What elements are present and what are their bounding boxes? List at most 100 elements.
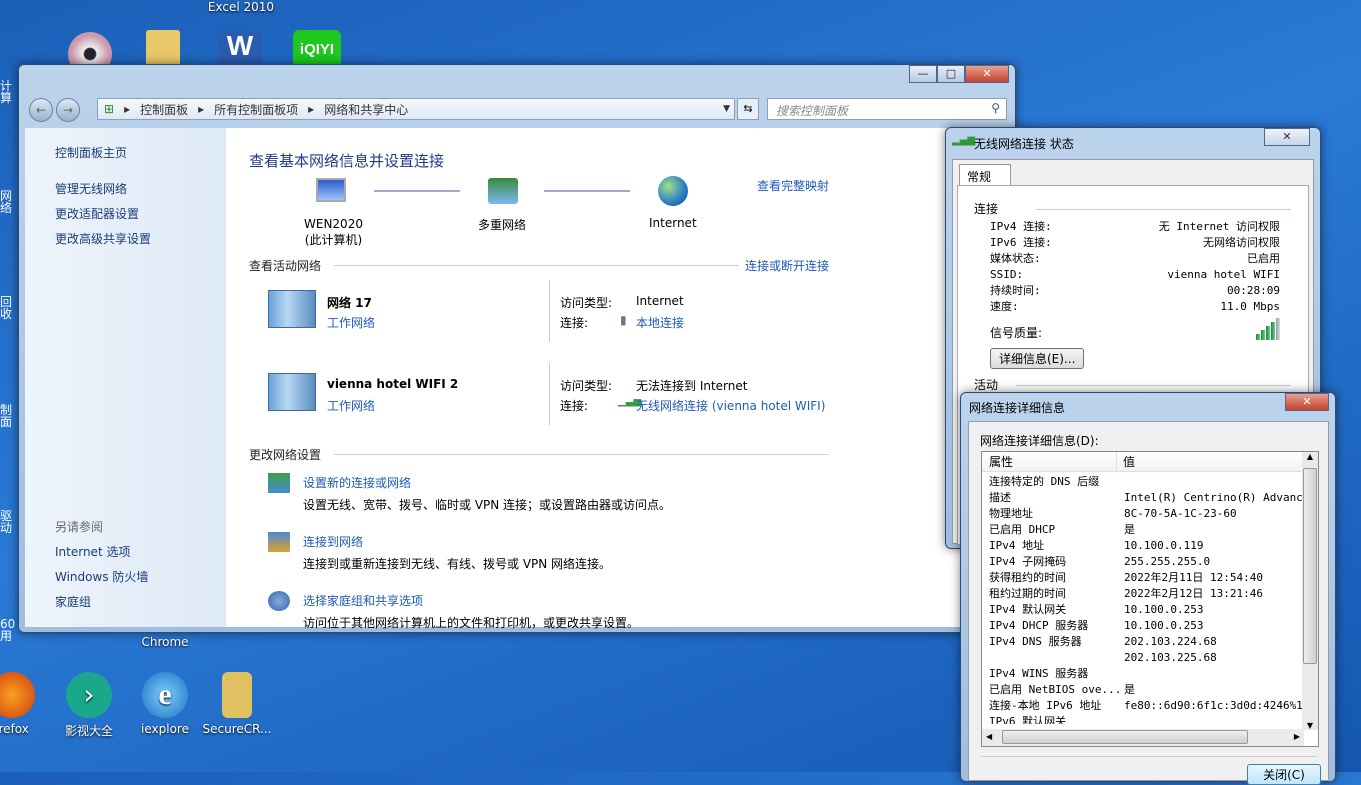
forward-button[interactable]: →	[56, 98, 80, 122]
sidebar-item-homegroup[interactable]: 家庭组	[55, 593, 91, 610]
column-property[interactable]: 属性	[982, 452, 1117, 471]
desktop-icon-chrome[interactable]: Chrome	[125, 635, 205, 649]
close-button[interactable]: ✕	[1264, 128, 1310, 146]
row-property: IPv4 WINS 服务器	[989, 667, 1089, 680]
network-type-link[interactable]: 工作网络	[327, 397, 375, 414]
sidebar-item-manage-wireless[interactable]: 管理无线网络	[55, 180, 127, 197]
hscroll-thumb[interactable]	[1002, 730, 1248, 744]
details-row[interactable]: IPv6 默认网关	[989, 714, 1304, 724]
new-connection-icon	[268, 473, 290, 493]
details-row[interactable]: IPv4 DHCP 服务器 10.100.0.253	[989, 618, 1304, 634]
back-button[interactable]: ←	[29, 98, 53, 122]
computer-name: WEN2020 (此计算机)	[304, 217, 363, 247]
signal-bar	[1261, 330, 1265, 340]
see-also-label: 另请参阅	[55, 520, 104, 534]
details-row[interactable]: 租约过期的时间 2022年2月12日 13:21:46	[989, 586, 1304, 602]
details-row[interactable]: 描述 Intel(R) Centrino(R) Advanced-	[989, 490, 1304, 506]
details-list[interactable]: 属性 值 连接特定的 DNS 后缀 描述 Intel(R) Centrino(R) …	[981, 451, 1319, 747]
row-property: IPv6 默认网关	[989, 715, 1067, 724]
view-full-map-link[interactable]: 查看完整映射	[757, 177, 829, 194]
sidebar-item-firewall[interactable]: Windows 防火墙	[55, 568, 148, 585]
details-row[interactable]: 获得租约的时间 2022年2月11日 12:54:40	[989, 570, 1304, 586]
sidebar-item-internet-options[interactable]: Internet 选项	[55, 543, 130, 560]
details-row[interactable]: 连接-本地 IPv6 地址 fe80::6d90:6f1c:3d0d:4246%1…	[989, 698, 1304, 714]
close-button[interactable]: ✕	[965, 65, 1009, 83]
connect-disconnect-link[interactable]: 连接或断开连接	[745, 257, 829, 274]
details-row[interactable]: 202.103.225.68	[989, 650, 1304, 666]
scroll-thumb[interactable]	[1303, 468, 1317, 664]
details-row[interactable]: IPv4 WINS 服务器	[989, 666, 1304, 682]
chevron-down-icon[interactable]: ▼	[723, 104, 730, 114]
row-value: 202.103.225.68	[1124, 651, 1217, 664]
scroll-down-icon[interactable]: ▼	[1302, 721, 1318, 730]
address-bar[interactable]: ⊞ ▸ 控制面板 ▸ 所有控制面板项 ▸ 网络和共享中心 ▼	[97, 98, 735, 120]
local-connection-link[interactable]: 本地连接	[636, 314, 684, 331]
row-property: 已启用 DHCP	[989, 523, 1056, 536]
task-setup-connection[interactable]: 设置新的连接或网络	[303, 474, 411, 491]
desktop-icon-firefox[interactable]: irefox	[0, 672, 52, 736]
details-row[interactable]: 连接特定的 DNS 后缀	[989, 474, 1304, 490]
connect-network-icon	[268, 532, 290, 552]
desktop-icon-ie[interactable]: e iexplore	[125, 672, 205, 736]
row-value: 10.100.0.253	[1124, 619, 1204, 632]
access-type-label: 访问类型:	[560, 379, 613, 393]
row-value: Intel(R) Centrino(R) Advanced-	[1124, 491, 1304, 504]
breadcrumb-item[interactable]: 控制面板	[140, 101, 188, 118]
signal-bar	[1271, 322, 1275, 340]
group-activity: 活动	[974, 378, 999, 392]
task-desc: 访问位于其他网络计算机上的文件和打印机，或更改共享设置。	[303, 616, 640, 630]
network-type-link[interactable]: 工作网络	[327, 314, 375, 331]
status-rows: IPv4 连接: 无 Internet 访问权限 IPv6 连接: 无网络访问权限 …	[990, 219, 1280, 315]
row-property	[989, 650, 1124, 666]
details-button[interactable]: 详细信息(E)...	[990, 348, 1085, 369]
refresh-button[interactable]: ⇆	[737, 98, 759, 120]
maximize-button[interactable]: □	[937, 65, 965, 83]
details-row[interactable]: IPv4 DNS 服务器 202.103.224.68	[989, 634, 1304, 650]
sidebar-item-adapter[interactable]: 更改适配器设置	[55, 205, 139, 222]
task-desc: 连接到或重新连接到无线、有线、拨号或 VPN 网络连接。	[303, 557, 612, 571]
desktop-icon-video[interactable]: › 影视大全	[49, 672, 129, 739]
network-name: 网络 17	[327, 296, 372, 310]
column-value[interactable]: 值	[1117, 452, 1135, 471]
network-name: vienna hotel WIFI 2	[327, 377, 459, 391]
task-homegroup[interactable]: 选择家庭组和共享选项	[303, 592, 423, 609]
scroll-left-icon[interactable]: ◀	[986, 732, 992, 741]
close-dialog-button[interactable]: 关闭(C)	[1247, 764, 1321, 785]
divider	[334, 454, 829, 455]
minimize-button[interactable]: —	[909, 65, 937, 83]
content: 查看基本网络信息并设置连接 WEN2020 (此计算机) 多重网络 Interne…	[226, 128, 1011, 630]
task-connect-network[interactable]: 连接到网络	[303, 533, 363, 550]
signal-bar	[1266, 326, 1270, 340]
desktop-icon-securecrt[interactable]: SecureCR...	[197, 672, 277, 736]
wireless-connection-link[interactable]: 无线网络连接 (vienna hotel WIFI)	[636, 397, 825, 414]
signal-bar	[1276, 318, 1280, 340]
details-row[interactable]: IPv4 子网掩码 255.255.255.0	[989, 554, 1304, 570]
status-row: IPv6 连接: 无网络访问权限	[990, 236, 1280, 249]
ie-icon: e	[142, 672, 188, 718]
details-row[interactable]: 物理地址 8C-70-5A-1C-23-60	[989, 506, 1304, 522]
details-row[interactable]: IPv4 地址 10.100.0.119	[989, 538, 1304, 554]
row-value: 10.100.0.253	[1124, 603, 1204, 616]
access-type-value: 无法连接到 Internet	[636, 379, 748, 393]
sidebar-home[interactable]: 控制面板主页	[55, 144, 127, 161]
row-value	[1124, 714, 1304, 724]
sidebar-item-sharing[interactable]: 更改高级共享设置	[55, 230, 151, 247]
vertical-scrollbar[interactable]: ▲ ▼	[1302, 452, 1318, 730]
details-row[interactable]: 已启用 DHCP 是	[989, 522, 1304, 538]
close-button[interactable]: ✕	[1285, 393, 1329, 411]
breadcrumb-item[interactable]: 所有控制面板项	[214, 101, 298, 118]
desktop-icon-excel[interactable]: Excel 2010	[196, 0, 286, 14]
row-value: 10.100.0.119	[1124, 539, 1204, 552]
computer-icon	[316, 178, 346, 202]
row-property: 获得租约的时间	[989, 571, 1066, 584]
scroll-up-icon[interactable]: ▲	[1302, 452, 1318, 461]
details-row[interactable]: 已启用 NetBIOS ove... 是	[989, 682, 1304, 698]
homegroup-icon	[268, 591, 290, 611]
breadcrumb-item[interactable]: 网络和共享中心	[324, 101, 408, 118]
horizontal-scrollbar[interactable]: ◀ ▶	[982, 729, 1304, 746]
tab-general[interactable]: 常规	[959, 164, 1011, 186]
search-input[interactable]: 搜索控制面板 ⚲	[767, 98, 1007, 120]
play-icon: ›	[66, 672, 112, 718]
details-row[interactable]: IPv4 默认网关 10.100.0.253	[989, 602, 1304, 618]
scroll-right-icon[interactable]: ▶	[1294, 732, 1300, 741]
